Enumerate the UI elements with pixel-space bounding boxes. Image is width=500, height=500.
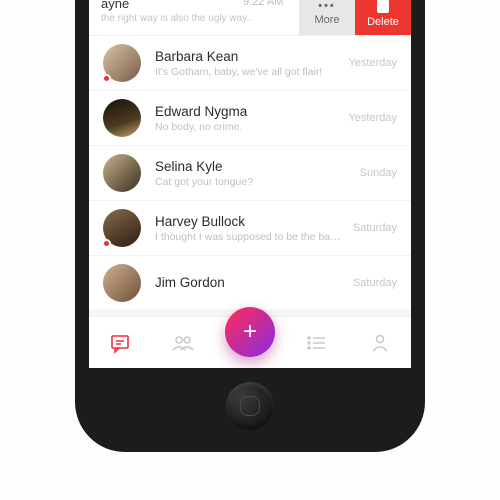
row-main: Jim Gordon bbox=[155, 275, 345, 292]
conversation-row[interactable]: Barbara Kean It's Gotham, baby, we've al… bbox=[89, 36, 411, 91]
avatar bbox=[103, 99, 141, 137]
contact-name: Jim Gordon bbox=[155, 275, 345, 290]
message-preview: the right way is also the ugly way.. bbox=[101, 13, 289, 24]
unread-badge bbox=[102, 74, 111, 83]
ellipsis-icon: ••• bbox=[318, 0, 336, 12]
compose-fab[interactable]: + bbox=[225, 307, 275, 357]
row-main: Barbara Kean It's Gotham, baby, we've al… bbox=[155, 49, 340, 78]
conversation-list: Barbara Kean It's Gotham, baby, we've al… bbox=[89, 36, 411, 311]
delete-label: Delete bbox=[367, 16, 399, 28]
contact-name: Selina Kyle bbox=[155, 159, 352, 174]
delete-button[interactable]: Delete bbox=[355, 0, 411, 35]
trash-icon bbox=[376, 0, 390, 13]
tab-profile[interactable] bbox=[360, 323, 400, 363]
timestamp: 9:22 AM bbox=[243, 0, 283, 8]
timestamp: Sunday bbox=[360, 167, 397, 179]
person-icon bbox=[369, 332, 391, 354]
row-main: Harvey Bullock I thought I was supposed … bbox=[155, 214, 345, 243]
unread-badge bbox=[102, 239, 111, 248]
conversation-row[interactable]: Jim Gordon Saturday bbox=[89, 256, 411, 311]
conversation-row[interactable]: Harvey Bullock I thought I was supposed … bbox=[89, 201, 411, 256]
conversation-row-swiped[interactable]: ayne 9:22 AM the right way is also the u… bbox=[89, 0, 411, 36]
more-button[interactable]: ••• More bbox=[299, 0, 355, 35]
screen: ayne 9:22 AM the right way is also the u… bbox=[89, 0, 411, 368]
home-button[interactable] bbox=[226, 382, 274, 430]
timestamp: Saturday bbox=[353, 277, 397, 289]
swiped-content: ayne 9:22 AM the right way is also the u… bbox=[89, 0, 299, 35]
message-preview: Cat got your tongue? bbox=[155, 176, 352, 188]
conversation-row[interactable]: Edward Nygma No body, no crime. Yesterda… bbox=[89, 91, 411, 146]
avatar bbox=[103, 44, 141, 82]
tab-bar: + bbox=[89, 316, 411, 368]
row-main: Edward Nygma No body, no crime. bbox=[155, 104, 340, 133]
contact-name: Edward Nygma bbox=[155, 104, 340, 119]
message-preview: I thought I was supposed to be the bad g… bbox=[155, 231, 345, 243]
message-preview: It's Gotham, baby, we've all got flair! bbox=[155, 66, 340, 78]
contact-name: Barbara Kean bbox=[155, 49, 340, 64]
row-main: Selina Kyle Cat got your tongue? bbox=[155, 159, 352, 188]
phone-frame: ayne 9:22 AM the right way is also the u… bbox=[75, 0, 425, 452]
timestamp: Saturday bbox=[353, 222, 397, 234]
avatar bbox=[103, 209, 141, 247]
more-label: More bbox=[314, 14, 339, 26]
chat-icon bbox=[109, 332, 131, 354]
avatar bbox=[103, 154, 141, 192]
timestamp: Yesterday bbox=[348, 112, 397, 124]
timestamp: Yesterday bbox=[348, 57, 397, 69]
tab-contacts[interactable] bbox=[163, 323, 203, 363]
plus-icon: + bbox=[243, 318, 257, 346]
people-icon bbox=[170, 332, 196, 354]
contact-name: Harvey Bullock bbox=[155, 214, 345, 229]
conversation-row[interactable]: Selina Kyle Cat got your tongue? Sunday bbox=[89, 146, 411, 201]
avatar bbox=[103, 264, 141, 302]
message-preview: No body, no crime. bbox=[155, 121, 340, 133]
list-icon bbox=[305, 332, 329, 354]
tab-messages[interactable] bbox=[100, 323, 140, 363]
tab-list[interactable] bbox=[297, 323, 337, 363]
